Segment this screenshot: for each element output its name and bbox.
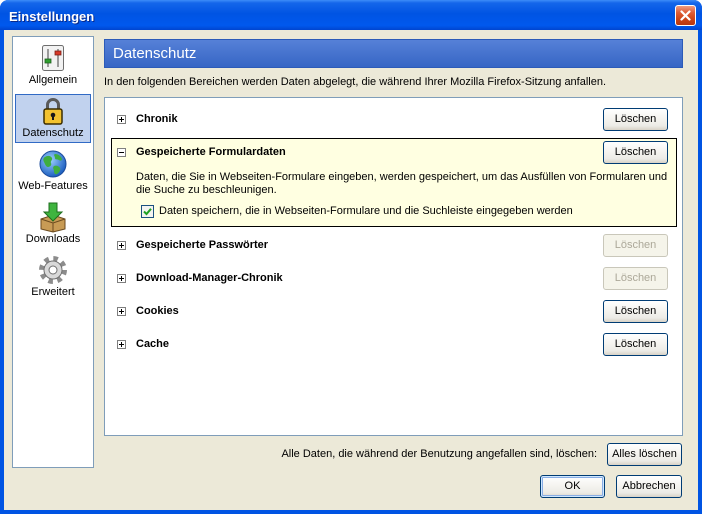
sidebar-item-label: Allgemein	[28, 74, 78, 86]
expand-icon[interactable]	[117, 307, 126, 316]
clear-passwoerter-button[interactable]: Löschen	[603, 234, 668, 257]
settings-window: Einstellungen Allgemein Datenschutz Web-…	[0, 0, 702, 514]
panel-header: Datenschutz	[104, 39, 683, 68]
clear-formulardaten-button[interactable]: Löschen	[603, 141, 668, 164]
clear-chronik-button[interactable]: Löschen	[603, 108, 668, 131]
section-cache[interactable]: Cache Löschen	[111, 330, 677, 359]
section-detail: Daten, die Sie in Webseiten-Formulare ei…	[112, 166, 676, 226]
sidebar-item-label: Erweitert	[31, 286, 75, 298]
expand-icon[interactable]	[117, 115, 126, 124]
gear-icon	[37, 254, 69, 286]
section-chronik[interactable]: Chronik Löschen	[111, 105, 677, 134]
section-formulardaten[interactable]: Gespeicherte Formulardaten Löschen Daten…	[111, 138, 677, 227]
sidebar-item-label: Downloads	[25, 233, 81, 245]
close-icon[interactable]	[675, 5, 696, 26]
sidebar-item-label: Datenschutz	[22, 127, 84, 139]
sidebar-item-allgemein[interactable]: Allgemein	[15, 41, 91, 90]
section-label: Download-Manager-Chronik	[136, 272, 283, 284]
cancel-button[interactable]: Abbrechen	[616, 475, 682, 498]
save-form-data-checkbox[interactable]	[141, 205, 154, 218]
section-passwoerter[interactable]: Gespeicherte Passwörter Löschen	[111, 231, 677, 260]
sidebar-item-datenschutz[interactable]: Datenschutz	[15, 94, 91, 143]
section-detail-text: Daten, die Sie in Webseiten-Formulare ei…	[136, 171, 668, 196]
expand-icon[interactable]	[117, 274, 126, 283]
lock-icon	[37, 95, 69, 127]
clear-data-list: Chronik Löschen Gespeicherte Formulardat…	[104, 97, 683, 436]
clear-cache-button[interactable]: Löschen	[603, 333, 668, 356]
section-label: Gespeicherte Passwörter	[136, 239, 269, 251]
panel-description: In den folgenden Bereichen werden Daten …	[104, 76, 607, 88]
ok-button[interactable]: OK	[540, 475, 605, 498]
section-label: Cookies	[136, 305, 179, 317]
clear-all-prompt: Alle Daten, die während der Benutzung an…	[281, 448, 597, 460]
title-bar[interactable]: Einstellungen	[0, 0, 702, 30]
sidebar-item-label: Web-Features	[18, 180, 88, 192]
expand-icon[interactable]	[117, 241, 126, 250]
sidebar-item-downloads[interactable]: Downloads	[15, 200, 91, 249]
clear-cookies-button[interactable]: Löschen	[603, 300, 668, 323]
section-cookies[interactable]: Cookies Löschen	[111, 297, 677, 326]
section-label: Cache	[136, 338, 170, 350]
download-box-icon	[37, 201, 69, 233]
expand-icon[interactable]	[117, 340, 126, 349]
save-form-data-option[interactable]: Daten speichern, die in Webseiten-Formul…	[136, 205, 670, 218]
save-form-data-label[interactable]: Daten speichern, die in Webseiten-Formul…	[159, 205, 573, 218]
sidebar-item-web-features[interactable]: Web-Features	[15, 147, 91, 196]
page-title: Datenschutz	[113, 45, 197, 62]
category-sidebar: Allgemein Datenschutz Web-Features Downl…	[12, 36, 94, 468]
globe-icon	[37, 148, 69, 180]
section-label: Chronik	[136, 113, 178, 125]
sidebar-item-erweitert[interactable]: Erweitert	[15, 253, 91, 302]
sliders-icon	[37, 42, 69, 74]
collapse-icon[interactable]	[117, 148, 126, 157]
section-download-chronik[interactable]: Download-Manager-Chronik Löschen	[111, 264, 677, 293]
section-label: Gespeicherte Formulardaten	[136, 146, 286, 158]
clear-all-button[interactable]: Alles löschen	[607, 443, 682, 466]
clear-download-chronik-button[interactable]: Löschen	[603, 267, 668, 290]
window-title: Einstellungen	[9, 9, 95, 24]
